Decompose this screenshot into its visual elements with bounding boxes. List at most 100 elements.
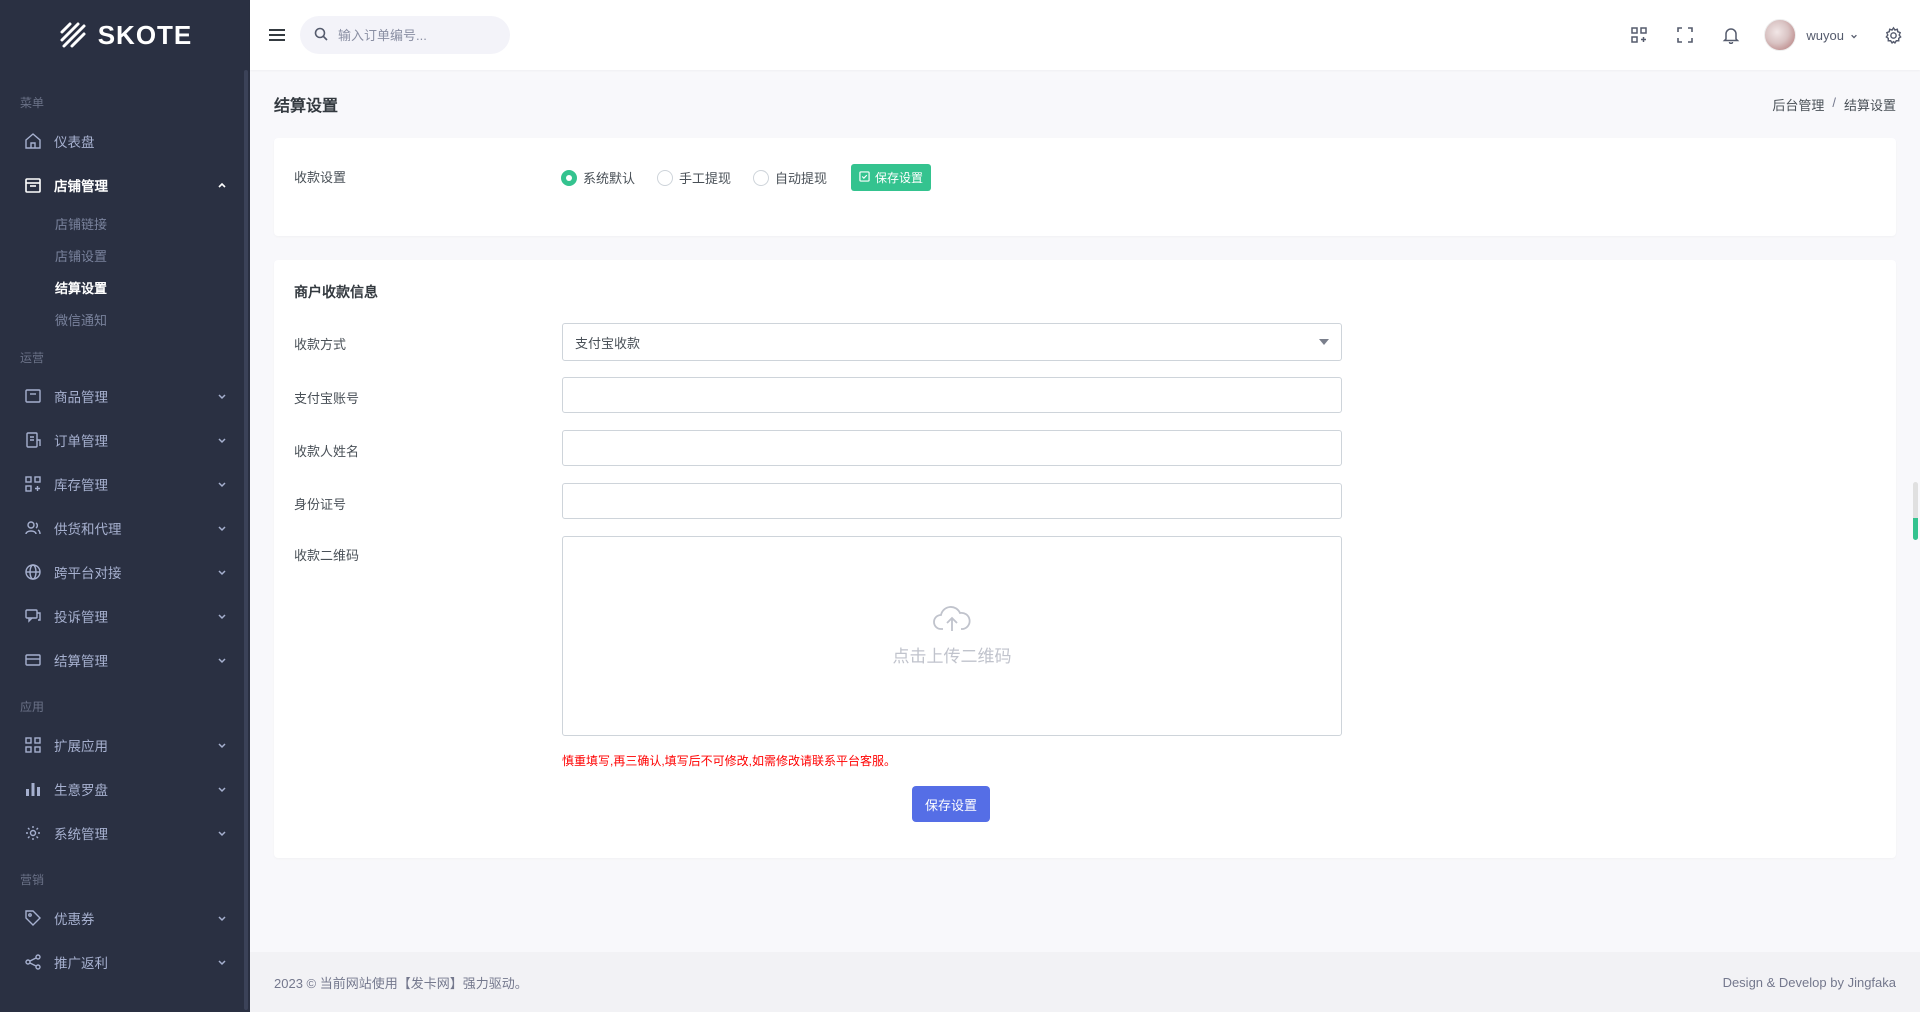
sidebar-item-label: 店铺管理: [54, 179, 108, 194]
sidebar-item-referral[interactable]: 推广返利: [0, 940, 250, 984]
chevron-down-icon: [216, 610, 228, 622]
section-title: 商户收款信息: [294, 284, 378, 300]
sidebar-item-label: 系统管理: [54, 827, 108, 842]
payee-name-input[interactable]: [562, 430, 1342, 466]
payee-name-label: 收款人姓名: [294, 444, 360, 459]
breadcrumb-separator: /: [1832, 94, 1836, 110]
apps-grid-icon[interactable]: [1616, 0, 1662, 70]
save-button-label: 保存设置: [875, 171, 924, 185]
apps-icon: [24, 736, 42, 754]
radio-auto-withdraw[interactable]: 自动提现: [753, 168, 827, 187]
alipay-account-input[interactable]: [562, 377, 1342, 413]
sidebar-item-settlement[interactable]: 结算管理: [0, 638, 250, 682]
chevron-up-icon: [216, 179, 228, 191]
sidebar-item-products[interactable]: 商品管理: [0, 374, 250, 418]
sidebar-item-coupons[interactable]: 优惠券: [0, 896, 250, 940]
chevron-down-icon: [216, 827, 228, 839]
bell-icon[interactable]: [1708, 0, 1754, 70]
breadcrumb-item-current: 结算设置: [1843, 97, 1896, 113]
id-number-input[interactable]: [562, 483, 1342, 519]
radio-indicator: [657, 169, 674, 186]
sidebar-scrollbar[interactable]: [244, 70, 248, 1010]
save-payout-settings-button[interactable]: 保存设置: [851, 164, 932, 191]
qr-code-upload-area[interactable]: 点击上传二维码: [562, 536, 1342, 736]
brand-logo[interactable]: SKOTE: [0, 0, 250, 70]
sidebar-item-supply-agent[interactable]: 供货和代理: [0, 506, 250, 550]
chevron-down-icon: [216, 566, 228, 578]
chevron-down-icon: [1850, 28, 1858, 43]
grid-icon: [24, 475, 42, 493]
chevron-down-icon: [216, 783, 228, 795]
sidebar-item-label: 扩展应用: [54, 739, 108, 754]
ops-section-title: 运营: [20, 351, 45, 365]
box-icon: [24, 387, 42, 405]
sidebar-item-label: 商品管理: [54, 390, 108, 405]
settings-gear-icon[interactable]: [1870, 0, 1916, 70]
radio-manual-withdraw[interactable]: 手工提现: [657, 168, 731, 187]
share-icon: [24, 953, 42, 971]
cloud-upload-icon: [932, 605, 972, 636]
sidebar-item-label: 跨平台对接: [54, 566, 122, 581]
brand-name: SKOTE: [97, 19, 193, 50]
sidebar-item-complaints[interactable]: 投诉管理: [0, 594, 250, 638]
search-input[interactable]: [338, 27, 488, 43]
chevron-down-icon: [216, 739, 228, 751]
sidebar-item-cross-platform[interactable]: 跨平台对接: [0, 550, 250, 594]
footer-credit: Design & Develop by Jingfaka: [1722, 974, 1896, 990]
sidebar-subitem-settlement-settings[interactable]: 结算设置: [0, 271, 250, 303]
sidebar-item-extensions[interactable]: 扩展应用: [0, 723, 250, 767]
globe-icon: [24, 563, 42, 581]
sidebar-item-label: 订单管理: [54, 434, 108, 449]
skote-logo-icon: [60, 22, 86, 48]
chevron-down-icon: [216, 390, 228, 402]
receipt-icon: [24, 431, 42, 449]
bar-chart-icon: [24, 780, 42, 798]
sidebar-subitem-store-settings[interactable]: 店铺设置: [0, 239, 250, 271]
radio-label: 系统默认: [583, 171, 636, 186]
sidebar-item-store[interactable]: 店铺管理: [0, 163, 250, 207]
sidebar-subitem-store-link[interactable]: 店铺链接: [0, 207, 250, 239]
menu-section-title: 菜单: [20, 96, 45, 110]
sidebar-item-label: 生意罗盘: [54, 783, 108, 798]
user-name: wuyou: [1806, 27, 1844, 43]
tag-icon: [24, 909, 42, 927]
sidebar-item-label: 结算管理: [54, 654, 108, 669]
breadcrumb-item-admin[interactable]: 后台管理: [1772, 95, 1824, 114]
id-number-label: 身份证号: [294, 497, 347, 512]
qr-code-label: 收款二维码: [294, 548, 360, 563]
sidebar-item-business-compass[interactable]: 生意罗盘: [0, 767, 250, 811]
menu-toggle-icon[interactable]: [266, 24, 288, 46]
chevron-down-icon: [216, 434, 228, 446]
alipay-account-label: 支付宝账号: [294, 391, 360, 406]
payout-settings-card: 收款设置 系统默认 手工提现 自动提现 保存设置: [274, 138, 1896, 236]
footer: 2023 © 当前网站使用【发卡网】强力驱动。 Design & Develop…: [250, 952, 1920, 1012]
chevron-down-icon: [216, 522, 228, 534]
page-scroll-indicator[interactable]: [1913, 482, 1918, 540]
chevron-down-icon: [216, 956, 228, 968]
users-icon: [24, 519, 42, 537]
sidebar-subitem-wechat-notify[interactable]: 微信通知: [0, 303, 250, 335]
sidebar-item-label: 仪表盘: [54, 135, 95, 150]
search-bar: [300, 16, 510, 54]
chevron-down-icon: [216, 912, 228, 924]
payout-method-select[interactable]: 支付宝收款: [562, 323, 1342, 361]
topbar-actions: wuyou: [1616, 0, 1920, 70]
payout-method-label: 收款方式: [294, 337, 347, 352]
payout-mode-radio-group: 系统默认 手工提现 自动提现 保存设置: [561, 164, 932, 191]
radio-label: 手工提现: [679, 171, 732, 186]
sidebar-item-dashboard[interactable]: 仪表盘: [0, 119, 250, 163]
sidebar: SKOTE 菜单 仪表盘 店铺管理 店铺链接 店铺设置 结算设置 微信通知 运营…: [0, 0, 250, 1012]
merchant-payout-info-card: 商户收款信息 收款方式 支付宝收款 支付宝账号 收款人姓名 身份证号 收款二维码…: [274, 260, 1896, 858]
sidebar-item-inventory[interactable]: 库存管理: [0, 462, 250, 506]
radio-system-default[interactable]: 系统默认: [561, 168, 635, 187]
marketing-section-title: 营销: [20, 873, 45, 887]
home-icon: [24, 132, 42, 150]
save-merchant-info-button[interactable]: 保存设置: [912, 786, 990, 822]
sidebar-item-label: 投诉管理: [54, 610, 108, 625]
sidebar-item-orders[interactable]: 订单管理: [0, 418, 250, 462]
footer-copyright: 2023 © 当前网站使用【发卡网】强力驱动。: [274, 975, 528, 991]
sidebar-item-system[interactable]: 系统管理: [0, 811, 250, 855]
fullscreen-icon[interactable]: [1662, 0, 1708, 70]
avatar: [1764, 19, 1797, 51]
user-menu[interactable]: wuyou: [1754, 0, 1870, 70]
